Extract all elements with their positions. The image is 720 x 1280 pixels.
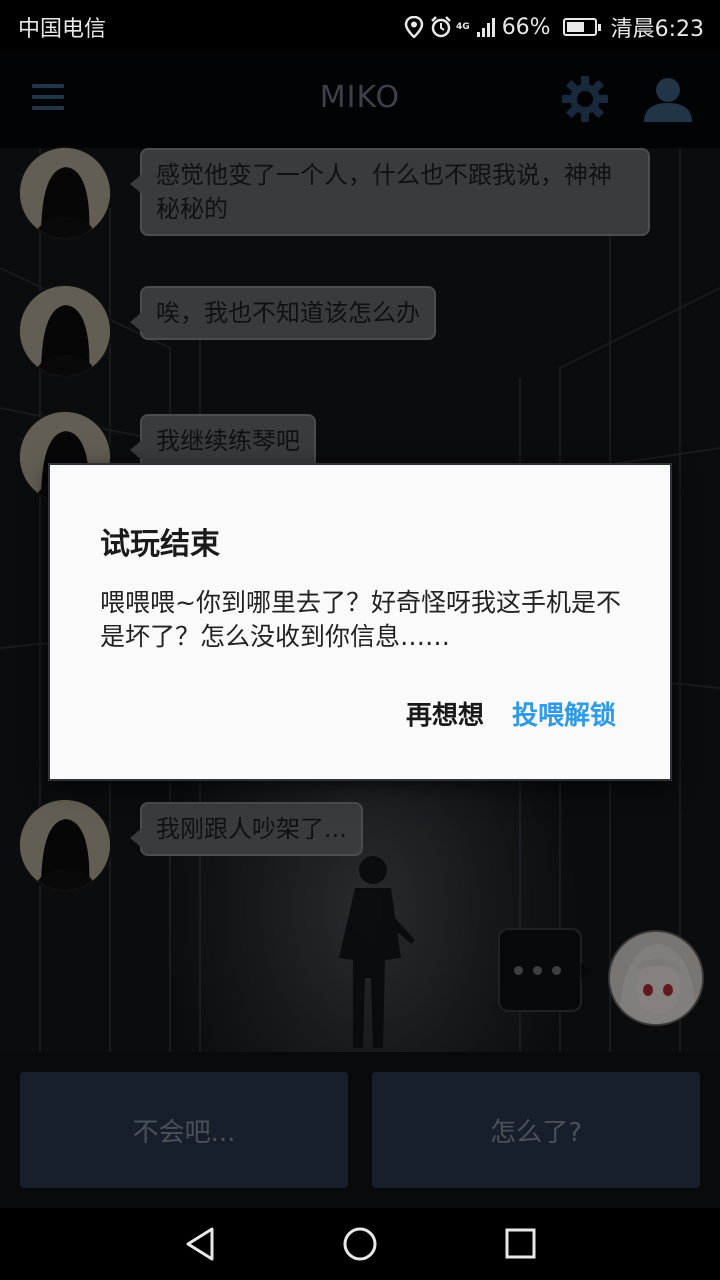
- carrier-name: 中国电信: [18, 17, 107, 42]
- status-bar: 中国电信 4G 66% 清晨6:23: [0, 0, 720, 50]
- dialog-actions: 再想想 投喂解锁: [406, 695, 616, 732]
- location-icon: [404, 15, 424, 39]
- network-type-icon: 4G: [456, 21, 470, 32]
- dialog-message: 喂喂喂~你到哪里去了？好奇怪呀我这手机是不是坏了？怎么没收到你信息……: [100, 588, 621, 651]
- system-nav-bar: [0, 1208, 720, 1280]
- recents-icon[interactable]: [504, 1226, 536, 1262]
- clock: 清晨6:23: [610, 17, 704, 42]
- cancel-button[interactable]: 再想想: [406, 695, 484, 732]
- back-icon[interactable]: [184, 1226, 216, 1262]
- battery-icon: [562, 18, 601, 36]
- alarm-icon: [430, 16, 451, 38]
- trial-end-dialog: 试玩结束 喂喂喂~你到哪里去了？好奇怪呀我这手机是不是坏了？怎么没收到你信息………: [48, 463, 672, 781]
- battery-percent: 66%: [501, 14, 551, 40]
- signal-icon: [476, 16, 496, 38]
- home-icon[interactable]: [342, 1226, 378, 1262]
- status-icons: 4G 66% 清晨6:23: [404, 11, 704, 43]
- dialog-title: 试玩结束: [100, 527, 220, 562]
- unlock-button[interactable]: 投喂解锁: [512, 695, 616, 732]
